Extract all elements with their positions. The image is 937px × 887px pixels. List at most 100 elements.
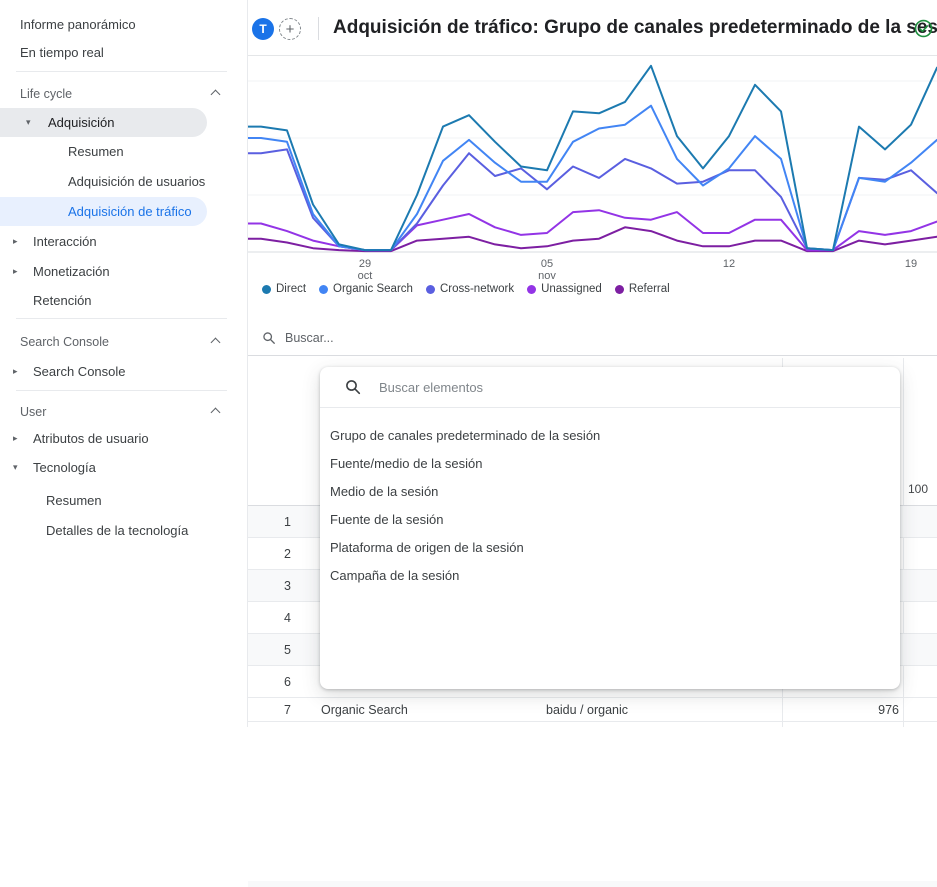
triangle-right-icon: ▸ bbox=[13, 367, 18, 377]
legend-label: Organic Search bbox=[333, 283, 413, 295]
sidebar-item-label: Retención bbox=[33, 293, 92, 308]
legend-label: Referral bbox=[629, 283, 670, 295]
plus-icon: + bbox=[286, 21, 295, 38]
chevron-up-icon bbox=[211, 338, 221, 348]
sidebar-item-label: Atributos de usuario bbox=[0, 431, 149, 446]
sidebar-item-realtime[interactable]: En tiempo real bbox=[0, 38, 247, 67]
row-number: 7 bbox=[255, 698, 320, 721]
chart-legend: Direct Organic Search Cross-network Unas… bbox=[262, 283, 670, 295]
legend-dot bbox=[319, 285, 328, 294]
row-number: 3 bbox=[255, 570, 320, 601]
sidebar-item-label: Informe panorámico bbox=[20, 17, 136, 32]
legend-dot bbox=[426, 285, 435, 294]
sidebar-item-label: En tiempo real bbox=[20, 45, 104, 60]
check-circle-icon bbox=[914, 19, 933, 38]
sidebar-item-label: Adquisición de usuarios bbox=[68, 174, 205, 189]
sidebar-section-search-console[interactable]: Search Console bbox=[0, 327, 247, 356]
search-icon bbox=[262, 331, 276, 345]
sessions-over-time-chart: 29oct 05nov 12 19 bbox=[248, 56, 937, 303]
chevron-up-icon bbox=[211, 90, 221, 100]
dropdown-search-input[interactable]: Buscar elementos bbox=[320, 367, 900, 408]
dimension-picker-dropdown: Buscar elementos Grupo de canales predet… bbox=[320, 367, 900, 689]
dropdown-item-medium[interactable]: Medio de la sesión bbox=[320, 477, 900, 505]
legend-item-cross-network: Cross-network bbox=[426, 283, 514, 295]
sidebar-item-label: Adquisición bbox=[0, 115, 115, 130]
sidebar-item-engagement[interactable]: ▸ Interacción bbox=[0, 227, 247, 256]
x-axis-tick-label: 19 bbox=[905, 258, 917, 270]
sidebar-item-label: Adquisición de tráfico bbox=[0, 204, 192, 219]
header-divider bbox=[318, 17, 319, 40]
legend-item-unassigned: Unassigned bbox=[527, 283, 602, 295]
dropdown-item-source-medium[interactable]: Fuente/medio de la sesión bbox=[320, 449, 900, 477]
triangle-down-icon: ▾ bbox=[26, 118, 31, 128]
row-number: 1 bbox=[255, 506, 320, 537]
sessions-cell: 976 bbox=[782, 698, 903, 721]
report-nav-sidebar: Informe panorámico En tiempo real Life c… bbox=[0, 0, 248, 727]
dropdown-item-source-platform[interactable]: Plataforma de origen de la sesión bbox=[320, 533, 900, 561]
legend-dot bbox=[615, 285, 624, 294]
data-quality-check-icon[interactable] bbox=[914, 19, 933, 38]
section-label: User bbox=[20, 405, 46, 419]
triangle-down-icon: ▾ bbox=[13, 463, 18, 473]
sidebar-item-tech[interactable]: ▾ Tecnología bbox=[0, 453, 247, 482]
sidebar-item-acquisition[interactable]: ▾ Adquisición bbox=[0, 108, 207, 137]
sidebar-item-label: Search Console bbox=[0, 364, 126, 379]
legend-dot bbox=[527, 285, 536, 294]
row-number: 4 bbox=[255, 602, 320, 633]
dropdown-item-list: Grupo de canales predeterminado de la se… bbox=[320, 408, 900, 589]
legend-label: Cross-network bbox=[440, 283, 514, 295]
triangle-right-icon: ▸ bbox=[13, 434, 18, 444]
legend-item-referral: Referral bbox=[615, 283, 670, 295]
row-number: 2 bbox=[255, 538, 320, 569]
comparison-chip-avatar[interactable]: T bbox=[252, 18, 274, 40]
x-axis-tick-label: 05nov bbox=[538, 258, 556, 282]
table-row[interactable]: 7 Organic Search baidu / organic 976 bbox=[248, 698, 937, 722]
dropdown-item-campaign[interactable]: Campaña de la sesión bbox=[320, 561, 900, 589]
x-axis-tick-label: 12 bbox=[723, 258, 735, 270]
sidebar-item-snapshot[interactable]: Informe panorámico bbox=[0, 10, 247, 39]
triangle-right-icon: ▸ bbox=[13, 237, 18, 247]
legend-label: Unassigned bbox=[541, 283, 602, 295]
sidebar-section-life-cycle[interactable]: Life cycle bbox=[0, 79, 247, 108]
sidebar-item-label: Detalles de la tecnología bbox=[46, 523, 188, 538]
line-chart-plot bbox=[248, 58, 937, 256]
chevron-up-icon bbox=[211, 408, 221, 418]
search-placeholder: Buscar... bbox=[285, 331, 334, 345]
section-label: Search Console bbox=[20, 335, 109, 349]
row-number: 6 bbox=[255, 666, 320, 697]
sidebar-item-retention[interactable]: Retención bbox=[0, 286, 247, 315]
ga4-traffic-acquisition-page: { "sidebar": { "items": [ {"label": "Inf… bbox=[0, 0, 937, 727]
triangle-right-icon: ▸ bbox=[13, 267, 18, 277]
table-search-input[interactable]: Buscar... bbox=[248, 320, 937, 356]
sidebar-item-label: Resumen bbox=[46, 493, 102, 508]
channel-cell: Organic Search bbox=[321, 698, 408, 721]
sidebar-item-monetization[interactable]: ▸ Monetización bbox=[0, 257, 247, 286]
avatar-letter: T bbox=[259, 22, 266, 36]
page-title: Adquisición de tráfico: Grupo de canales… bbox=[333, 0, 937, 56]
sidebar-divider bbox=[16, 318, 227, 319]
dropdown-search-placeholder: Buscar elementos bbox=[379, 380, 483, 395]
legend-item-organic-search: Organic Search bbox=[319, 283, 413, 295]
sidebar-item-acquisition-overview[interactable]: Resumen bbox=[0, 137, 247, 166]
sidebar-item-tech-details[interactable]: Detalles de la tecnología bbox=[0, 516, 247, 545]
table-row-partial bbox=[248, 881, 937, 887]
legend-item-direct: Direct bbox=[262, 283, 306, 295]
sidebar-item-traffic-acquisition-active[interactable]: Adquisición de tráfico bbox=[0, 197, 207, 226]
legend-dot bbox=[262, 285, 271, 294]
dropdown-item-source[interactable]: Fuente de la sesión bbox=[320, 505, 900, 533]
source-medium-cell: baidu / organic bbox=[546, 698, 628, 721]
sidebar-item-tech-overview[interactable]: Resumen bbox=[0, 486, 247, 515]
x-axis-tick-label: 29oct bbox=[358, 258, 373, 282]
search-icon bbox=[345, 379, 361, 395]
report-header: T + Adquisición de tráfico: Grupo de can… bbox=[248, 0, 937, 56]
section-label: Life cycle bbox=[20, 87, 72, 101]
add-comparison-button[interactable]: + bbox=[279, 18, 301, 40]
sidebar-divider bbox=[16, 390, 227, 391]
sidebar-item-user-attributes[interactable]: ▸ Atributos de usuario bbox=[0, 424, 247, 453]
sidebar-item-search-console[interactable]: ▸ Search Console bbox=[0, 357, 247, 386]
sidebar-section-user[interactable]: User bbox=[0, 397, 247, 426]
table-header-total: 100 bbox=[908, 482, 928, 496]
dropdown-item-default-channel-group[interactable]: Grupo de canales predeterminado de la se… bbox=[320, 421, 900, 449]
sidebar-item-user-acquisition[interactable]: Adquisición de usuarios bbox=[0, 167, 247, 196]
sidebar-item-label: Resumen bbox=[68, 144, 124, 159]
